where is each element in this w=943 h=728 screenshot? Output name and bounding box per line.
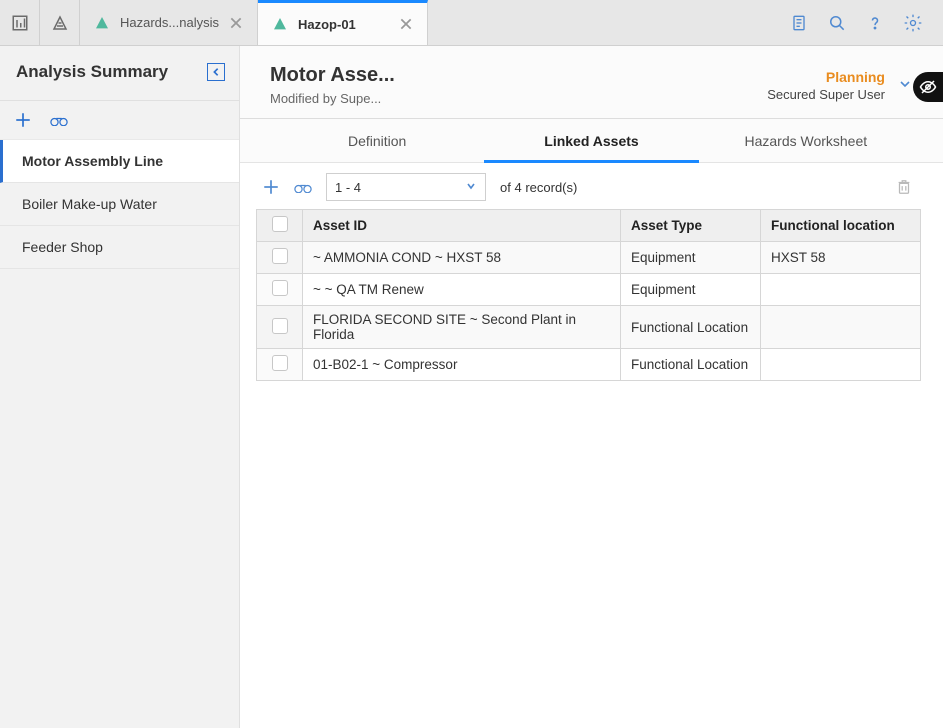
cell-asset-id: 01-B02-1 ~ Compressor [303,349,621,381]
main-header: Motor Asse... Modified by Supe... Planni… [240,46,943,119]
cell-asset-type: Functional Location [621,349,761,381]
search-icon[interactable] [821,7,853,39]
cell-asset-type: Equipment [621,274,761,306]
tab-label: Hazards...nalysis [120,15,219,30]
hazard-triangle-icon [94,15,110,31]
topbar-actions [783,0,943,45]
status-user-block: Planning Secured Super User [767,69,885,102]
tab-definition[interactable]: Definition [270,119,484,162]
tab-hazards-worksheet[interactable]: Hazards Worksheet [699,119,913,162]
table-header-row: Asset ID Asset Type Functional location [257,210,921,242]
page-range-value: 1 - 4 [335,180,361,195]
help-icon[interactable] [859,7,891,39]
list-toolbar: 1 - 4 of 4 record(s) [240,163,943,209]
tab-label: Definition [348,133,406,149]
page-range-select[interactable]: 1 - 4 [326,173,486,201]
status-badge: Planning [767,69,885,85]
main-header-right: Planning Secured Super User [767,64,913,106]
cell-asset-type: Functional Location [621,306,761,349]
assets-table: Asset ID Asset Type Functional location … [256,209,921,381]
checkbox[interactable] [272,355,288,371]
tab-inactive[interactable]: Hazards...nalysis [80,0,258,45]
table-row[interactable]: ~ AMMONIA COND ~ HXST 58 Equipment HXST … [257,242,921,274]
sidebar-header: Analysis Summary [0,46,239,101]
topbar-tabs: Hazards...nalysis Hazop-01 [80,0,783,45]
sidebar-item-label: Feeder Shop [22,239,103,255]
close-icon[interactable] [229,16,243,30]
filter-binoculars-icon[interactable] [294,178,312,196]
cell-asset-id: ~ AMMONIA COND ~ HXST 58 [303,242,621,274]
cell-func-loc [761,349,921,381]
user-name: Secured Super User [767,87,885,102]
select-all-cell[interactable] [257,210,303,242]
hazard-triangle-icon [272,16,288,32]
sidebar-item-boiler[interactable]: Boiler Make-up Water [0,183,239,226]
clipboard-icon[interactable] [783,7,815,39]
sidebar-item-label: Motor Assembly Line [22,153,163,169]
table-row[interactable]: ~ ~ QA TM Renew Equipment [257,274,921,306]
cell-asset-type: Equipment [621,242,761,274]
status-dropdown[interactable] [897,76,913,95]
col-functional-location[interactable]: Functional location [761,210,921,242]
sidebar-item-feeder[interactable]: Feeder Shop [0,226,239,269]
checkbox[interactable] [272,248,288,264]
sidebar-item-label: Boiler Make-up Water [22,196,157,212]
col-asset-type[interactable]: Asset Type [621,210,761,242]
add-icon[interactable] [262,178,280,196]
tab-label: Hazards Worksheet [744,133,867,149]
analysis-icon[interactable] [40,0,80,45]
tabs-secondary: Definition Linked Assets Hazards Workshe… [240,119,943,163]
main-header-left: Motor Asse... Modified by Supe... [270,64,395,106]
sidebar-items: Motor Assembly Line Boiler Make-up Water… [0,140,239,269]
sidebar-title: Analysis Summary [16,62,168,82]
preview-toggle[interactable] [913,72,943,102]
checkbox[interactable] [272,280,288,296]
cell-func-loc [761,306,921,349]
tab-linked-assets[interactable]: Linked Assets [484,119,698,162]
cell-asset-id: FLORIDA SECOND SITE ~ Second Plant in Fl… [303,306,621,349]
delete-icon[interactable] [895,178,913,196]
page-subtitle: Modified by Supe... [270,91,395,106]
sidebar-item-motor-assembly[interactable]: Motor Assembly Line [0,140,239,183]
main-content: Motor Asse... Modified by Supe... Planni… [240,46,943,728]
cell-asset-id: ~ ~ QA TM Renew [303,274,621,306]
body: Analysis Summary Motor Assembly Line Boi… [0,46,943,728]
checkbox[interactable] [272,318,288,334]
col-asset-id[interactable]: Asset ID [303,210,621,242]
cell-func-loc: HXST 58 [761,242,921,274]
tab-label: Linked Assets [544,133,638,149]
add-icon[interactable] [14,111,32,129]
tab-active[interactable]: Hazop-01 [258,0,428,45]
gear-icon[interactable] [897,7,929,39]
close-icon[interactable] [399,17,413,31]
topbar-left [0,0,80,45]
dashboard-icon[interactable] [0,0,40,45]
sidebar-tools [0,101,239,140]
topbar: Hazards...nalysis Hazop-01 [0,0,943,46]
table-row[interactable]: FLORIDA SECOND SITE ~ Second Plant in Fl… [257,306,921,349]
tab-label: Hazop-01 [298,17,389,32]
table-row[interactable]: 01-B02-1 ~ Compressor Functional Locatio… [257,349,921,381]
records-summary: of 4 record(s) [500,180,577,195]
chevron-down-icon [465,180,477,195]
checkbox[interactable] [272,216,288,232]
cell-func-loc [761,274,921,306]
page-title: Motor Asse... [270,64,395,87]
filter-binoculars-icon[interactable] [50,111,68,129]
collapse-sidebar-button[interactable] [207,63,225,81]
sidebar: Analysis Summary Motor Assembly Line Boi… [0,46,240,728]
